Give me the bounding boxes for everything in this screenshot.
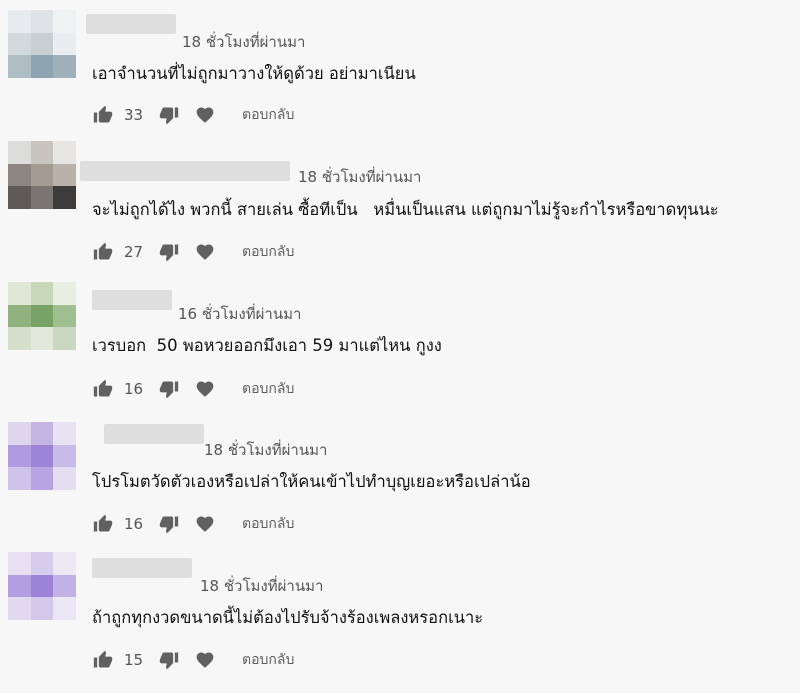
comment: 18 ชั่วโมงที่ผ่านมา โปรโมตวัดตัวเองหรือเ… <box>0 410 800 546</box>
timestamp[interactable]: 16 ชั่วโมงที่ผ่านมา <box>178 302 301 326</box>
comment: 18 ชั่วโมงที่ผ่านมา เอาจำนวนที่ไม่ถูกมาว… <box>0 0 800 136</box>
reply-button[interactable]: ตอบกลับ <box>242 104 294 126</box>
avatar[interactable] <box>8 10 76 78</box>
timestamp[interactable]: 18 ชั่วโมงที่ผ่านมา <box>200 574 323 598</box>
comment-text: จะไม่ถูกได้ไง พวกนี้ สายเล่น ซื้อทีเป็น … <box>92 200 719 219</box>
timestamp[interactable]: 18 ชั่วโมงที่ผ่านมา <box>204 438 327 462</box>
comment-actions: 16 ตอบกลับ <box>92 378 294 400</box>
like-count: 16 <box>124 380 144 398</box>
comment: 16 ชั่วโมงที่ผ่านมา เวรบอก 50 พอหวยออกมึ… <box>0 274 800 410</box>
thumb-down-icon[interactable] <box>158 378 180 400</box>
comment-actions: 33 ตอบกลับ <box>92 104 294 126</box>
comment-text: ถ้าถูกทุกงวดขนาดนี้ไม่ต้องไปรับจ้างร้องเ… <box>92 608 484 627</box>
author-name[interactable] <box>86 14 176 34</box>
comment-actions: 16 ตอบกลับ <box>92 513 294 535</box>
author-name[interactable] <box>92 290 172 310</box>
thumb-up-icon[interactable] <box>92 649 114 671</box>
heart-icon[interactable] <box>194 513 216 535</box>
thumb-up-icon[interactable] <box>92 513 114 535</box>
reply-button[interactable]: ตอบกลับ <box>242 241 294 263</box>
reply-button[interactable]: ตอบกลับ <box>242 649 294 671</box>
timestamp[interactable]: 18 ชั่วโมงที่ผ่านมา <box>298 165 421 189</box>
avatar[interactable] <box>8 552 76 620</box>
thumb-up-icon[interactable] <box>92 378 114 400</box>
thumb-down-icon[interactable] <box>158 649 180 671</box>
reply-button[interactable]: ตอบกลับ <box>242 513 294 535</box>
like-count: 16 <box>124 515 144 533</box>
reply-button[interactable]: ตอบกลับ <box>242 378 294 400</box>
avatar[interactable] <box>8 282 76 350</box>
author-name[interactable] <box>92 558 192 578</box>
like-count: 33 <box>124 106 144 124</box>
comment-actions: 15 ตอบกลับ <box>92 649 294 671</box>
thumb-up-icon[interactable] <box>92 241 114 263</box>
comment-text: เอาจำนวนที่ไม่ถูกมาวางให้ดูด้วย อย่ามาเน… <box>92 64 416 83</box>
like-count: 27 <box>124 243 144 261</box>
author-name[interactable] <box>104 424 204 444</box>
heart-icon[interactable] <box>194 241 216 263</box>
thumb-up-icon[interactable] <box>92 104 114 126</box>
comment: 18 ชั่วโมงที่ผ่านมา จะไม่ถูกได้ไง พวกนี้… <box>0 137 800 273</box>
comment: 18 ชั่วโมงที่ผ่านมา ถ้าถูกทุกงวดขนาดนี้ไ… <box>0 546 800 682</box>
avatar[interactable] <box>8 422 76 490</box>
timestamp[interactable]: 18 ชั่วโมงที่ผ่านมา <box>182 30 305 54</box>
comment-actions: 27 ตอบกลับ <box>92 241 294 263</box>
thumb-down-icon[interactable] <box>158 513 180 535</box>
avatar[interactable] <box>8 141 76 209</box>
heart-icon[interactable] <box>194 378 216 400</box>
thumb-down-icon[interactable] <box>158 104 180 126</box>
thumb-down-icon[interactable] <box>158 241 180 263</box>
like-count: 15 <box>124 651 144 669</box>
comment-text: เวรบอก 50 พอหวยออกมึงเอา 59 มาแต่ไหน กูง… <box>92 336 442 355</box>
author-name[interactable] <box>80 161 290 181</box>
heart-icon[interactable] <box>194 104 216 126</box>
heart-icon[interactable] <box>194 649 216 671</box>
comment-text: โปรโมตวัดตัวเองหรือเปล่าให้คนเข้าไปทำบุญ… <box>92 472 531 491</box>
